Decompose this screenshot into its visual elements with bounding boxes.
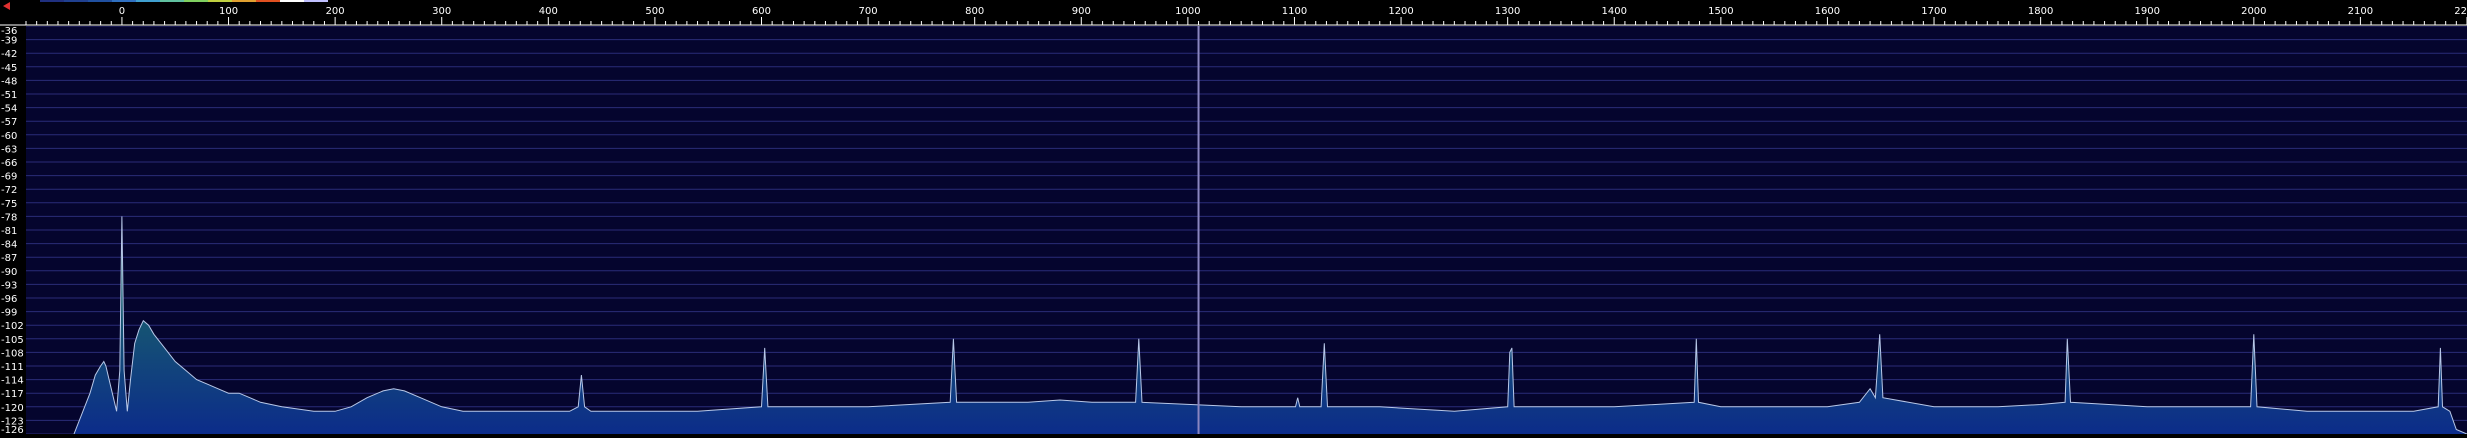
y-tick-label: -48 (1, 76, 17, 87)
color-strip-segment (88, 0, 112, 2)
x-tick-label: 1400 (1602, 6, 1627, 17)
y-tick-label: -126 (1, 425, 24, 434)
frequency-scale-bar[interactable]: 0 100 200 300 400 500 600 700 800 900 1000 1100 1200… (0, 0, 2467, 26)
x-tick-label: 800 (965, 6, 984, 17)
triangle-left-icon[interactable] (3, 2, 10, 10)
x-tick-label: 0 (119, 6, 125, 17)
y-tick-label: -105 (1, 335, 24, 346)
x-tick-label: 600 (752, 6, 771, 17)
y-tick-label: -87 (1, 253, 17, 264)
x-tick-label: 900 (1072, 6, 1091, 17)
x-tick-label: 1000 (1175, 6, 1200, 17)
y-tick-label: -78 (1, 212, 17, 223)
spectrum-plot[interactable] (26, 25, 2467, 435)
color-strip-segment (256, 0, 280, 2)
y-tick-label: -39 (1, 36, 17, 47)
y-tick-label: -42 (1, 49, 17, 60)
x-tick-label: 1500 (1708, 6, 1733, 17)
y-tick-label: -60 (1, 131, 17, 142)
color-strip-segment (160, 0, 184, 2)
y-tick-label: -111 (1, 362, 24, 373)
color-strip-segment (40, 0, 64, 2)
x-tick-label: 1600 (1815, 6, 1840, 17)
y-tick-label: -93 (1, 280, 17, 291)
x-tick-label: 2100 (2348, 6, 2373, 17)
y-tick-label: -72 (1, 185, 17, 196)
color-strip-segment (304, 0, 328, 2)
x-tick-label: 100 (219, 6, 238, 17)
x-tick-label: 1200 (1388, 6, 1413, 17)
x-tick-label: 2000 (2241, 6, 2266, 17)
y-tick-label: -66 (1, 158, 17, 169)
x-tick-label: 200 (326, 6, 345, 17)
x-tick-label: 1300 (1495, 6, 1520, 17)
spectrum-chart[interactable] (26, 25, 2467, 435)
y-tick-label: -45 (1, 63, 17, 74)
color-strip-segment (64, 0, 88, 2)
color-strip-segment (112, 0, 136, 2)
color-strip-segment (184, 0, 208, 2)
x-tick-label: 1700 (1921, 6, 1946, 17)
x-tick-label: 500 (645, 6, 664, 17)
y-tick-label: -108 (1, 348, 24, 359)
x-tick-label: 300 (432, 6, 451, 17)
y-tick-label: -120 (1, 403, 24, 414)
waterfall-color-strip (40, 0, 328, 2)
x-axis-ticks: 0 100 200 300 400 500 600 700 800 900 1000 1100 1200… (0, 6, 2467, 26)
y-tick-label: -84 (1, 240, 17, 251)
y-tick-label: -90 (1, 267, 17, 278)
y-tick-label: -102 (1, 321, 24, 332)
y-tick-label: -117 (1, 389, 24, 400)
x-tick-label: 700 (859, 6, 878, 17)
y-axis-ticks: -36-39-42-45-48-51-54-57-60-63-66-69-72-… (1, 26, 24, 436)
x-tick-label: 1100 (1282, 6, 1307, 17)
x-tick-label: 1800 (2028, 6, 2053, 17)
y-tick-label: -51 (1, 90, 17, 101)
y-axis-scale: -36-39-42-45-48-51-54-57-60-63-66-69-72-… (1, 26, 24, 436)
color-strip-segment (136, 0, 160, 2)
y-tick-label: -54 (1, 104, 17, 115)
y-tick-label: -63 (1, 144, 17, 155)
color-strip-segment (280, 0, 304, 2)
color-strip-segment (208, 0, 232, 2)
y-tick-label: -75 (1, 199, 17, 210)
y-tick-label: -69 (1, 172, 17, 183)
spectrum-analyzer: 0 100 200 300 400 500 600 700 800 900 1000 1100 1200… (0, 0, 2467, 436)
x-tick-label: 1900 (2134, 6, 2159, 17)
y-tick-label: -96 (1, 294, 17, 305)
frequency-scale: 0 100 200 300 400 500 600 700 800 900 1000 1100 1200… (0, 0, 2467, 26)
y-tick-label: -57 (1, 117, 17, 128)
x-tick-label: 2200 (2454, 6, 2467, 17)
color-strip-segment (232, 0, 256, 2)
x-tick-label: 400 (539, 6, 558, 17)
y-axis: -36 -39 -42 -45 -48 -51 -54 -57 -60 -63 -66 -69 -72-… (0, 26, 26, 436)
grid-lines (26, 25, 2467, 435)
y-tick-label: -81 (1, 226, 17, 237)
y-tick-label: -99 (1, 308, 17, 319)
y-tick-label: -114 (1, 376, 24, 387)
